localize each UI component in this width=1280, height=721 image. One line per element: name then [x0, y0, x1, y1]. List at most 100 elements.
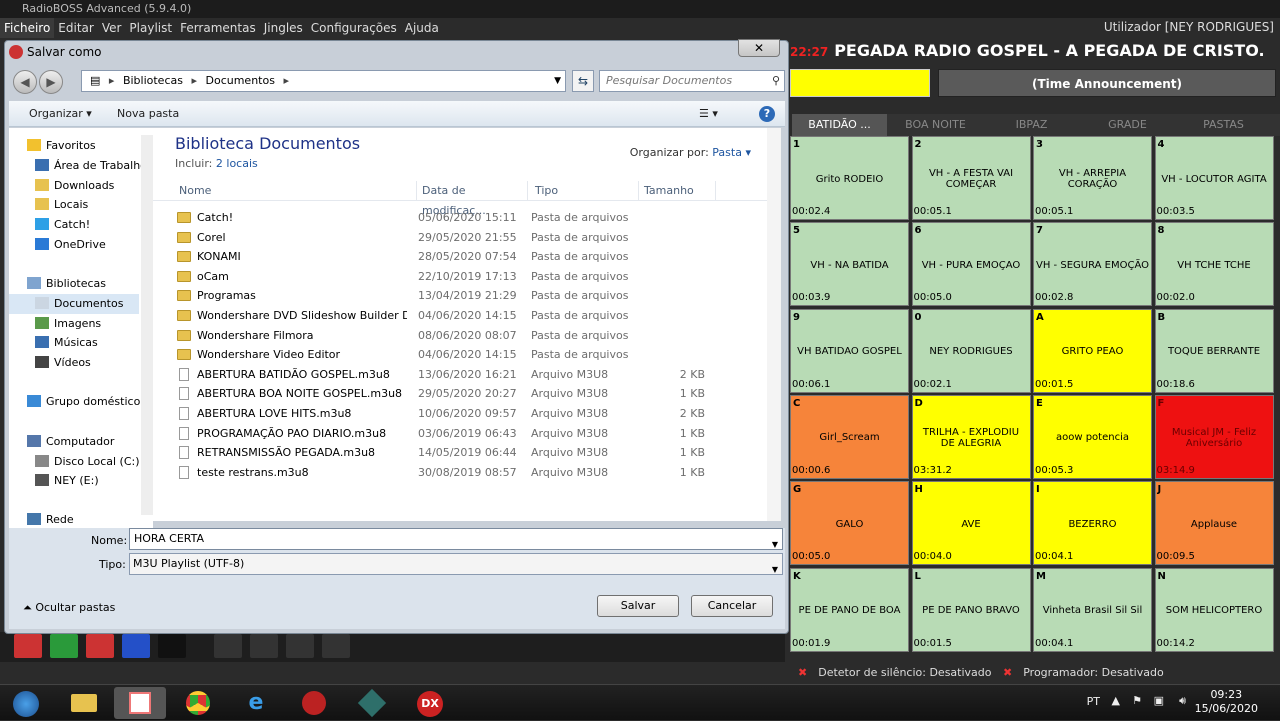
ie-task[interactable]: e: [230, 687, 282, 719]
flag-icon[interactable]: ⚑: [1132, 694, 1142, 707]
jingle-cell[interactable]: N SOM HELICOPTERO 00:14.2: [1154, 567, 1274, 652]
nav-item-homegroup[interactable]: Grupo doméstico: [9, 392, 140, 412]
jingle-cell[interactable]: Eaoow potencia 00:05.3: [1033, 394, 1152, 479]
jingle-cell[interactable]: D TRILHA - EXPLODIU DE ALEGRIA 03:31.2: [911, 394, 1031, 479]
save-button[interactable]: Salvar: [597, 595, 679, 617]
nav-item-music[interactable]: Músicas: [9, 333, 98, 353]
cancel-button[interactable]: Cancelar: [691, 595, 773, 617]
stop-button[interactable]: [158, 634, 186, 658]
chrome-task[interactable]: [172, 687, 224, 719]
address-bar[interactable]: ▤ ▸ Bibliotecas ▸ Documentos ▸ ▼: [81, 70, 566, 92]
nav-item-folder[interactable]: Downloads: [9, 176, 114, 196]
jingle-cell[interactable]: F Musical JM - Feliz Aniversário 03:14.9: [1154, 394, 1274, 479]
menu-1[interactable]: Editar: [54, 18, 98, 38]
repeat-button[interactable]: [322, 634, 350, 658]
search-icon[interactable]: ⚲: [772, 71, 780, 91]
menu-7[interactable]: Ajuda: [401, 18, 443, 38]
menu-3[interactable]: Playlist: [125, 18, 176, 38]
silence-detector-status[interactable]: Detetor de silêncio: Desativado: [818, 666, 991, 679]
nav-scrollbar[interactable]: [141, 135, 153, 515]
search-input[interactable]: Pesquisar Documentos ⚲: [599, 70, 785, 92]
menu-4[interactable]: Ferramentas: [176, 18, 260, 38]
chevron-down-icon[interactable]: ▼: [772, 535, 778, 555]
help-icon[interactable]: ?: [759, 106, 775, 122]
forward-button[interactable]: ▶: [39, 70, 63, 94]
file-row[interactable]: RETRANSMISSÃO PEGADA.m3u8 14/05/2019 06:4…: [153, 443, 781, 462]
arrange-by-dropdown[interactable]: Pasta ▾: [712, 146, 751, 159]
file-row[interactable]: KONAMI 28/05/2020 07:54 Pasta de arquivos: [153, 247, 781, 266]
jingle-cell[interactable]: K PE DE PANO DE BOA 00:01.9: [790, 567, 909, 652]
refresh-button[interactable]: ⇆: [572, 70, 594, 92]
file-row[interactable]: Wondershare Filmora 08/06/2020 08:07 Pasta…: [153, 326, 781, 345]
new-folder-button[interactable]: Nova pasta: [117, 101, 179, 127]
file-row[interactable]: Corel 29/05/2020 21:55 Pasta de arquivos: [153, 228, 781, 247]
nav-item-image[interactable]: Imagens: [9, 314, 101, 334]
loop-button[interactable]: [214, 634, 242, 658]
jingle-cell[interactable]: J Applause 00:09.5: [1154, 481, 1274, 566]
file-row[interactable]: Programas 13/04/2019 21:29 Pasta de arquiv…: [153, 286, 781, 305]
view-options-icon[interactable]: ☰ ▾: [699, 101, 718, 127]
jingle-cell[interactable]: 7 VH - SEGURA EMOÇÃO 00:02.8: [1033, 222, 1152, 307]
file-row[interactable]: ABERTURA BOA NOITE GOSPEL.m3u8 29/05/2020…: [153, 384, 781, 403]
chevron-down-icon[interactable]: ▼: [554, 71, 561, 91]
menu-6[interactable]: Configurações: [307, 18, 401, 38]
file-list-scrollbar[interactable]: [767, 128, 781, 521]
jingle-cell[interactable]: 8 VH TCHE TCHE 00:02.0: [1154, 222, 1274, 307]
file-row[interactable]: Wondershare DVD Slideshow Builder Del...…: [153, 306, 781, 325]
file-row[interactable]: PROGRAMAÇÃO PAO DIARIO.m3u8 03/06/2019 06…: [153, 424, 781, 443]
nav-item-video[interactable]: Vídeos: [9, 353, 91, 373]
nav-item-computer[interactable]: Computador: [9, 432, 114, 452]
file-row[interactable]: ABERTURA LOVE HITS.m3u8 10/06/2020 09:57 A…: [153, 404, 781, 423]
menu-0[interactable]: Ficheiro: [0, 18, 55, 38]
menu-5[interactable]: Jingles: [260, 18, 307, 38]
disable-button[interactable]: [250, 634, 278, 658]
filmora-task[interactable]: [346, 687, 398, 719]
jingle-cell[interactable]: 9 VH BATIDAO GOSPEL 00:06.1: [790, 308, 909, 393]
dx-task[interactable]: DX: [404, 687, 456, 719]
jingle-cell[interactable]: 6 VH - PURA EMOÇAO 00:05.0: [911, 222, 1031, 307]
nav-item-usb-drive[interactable]: NEY (E:): [9, 471, 99, 491]
play-button[interactable]: [50, 634, 78, 658]
ocam-task[interactable]: [288, 687, 340, 719]
nav-item-desktop[interactable]: Área de Trabalho: [9, 156, 147, 176]
nav-item-network[interactable]: Rede: [9, 510, 74, 528]
tab-3[interactable]: GRADE: [1080, 114, 1175, 136]
time-announcement-button[interactable]: (Time Announcement): [938, 69, 1276, 97]
column-header-name[interactable]: Nome: [175, 181, 417, 201]
nav-item-document[interactable]: Documentos: [9, 294, 139, 314]
nav-item-library[interactable]: Bibliotecas: [9, 274, 106, 294]
back-button[interactable]: ◀: [13, 70, 37, 94]
menu-2[interactable]: Ver: [98, 18, 126, 38]
nav-item-folder[interactable]: Locais: [9, 195, 88, 215]
jingle-cell[interactable]: 4 VH - LOCUTOR AGITA 00:03.5: [1154, 136, 1274, 220]
scheduler-status[interactable]: Programador: Desativado: [1023, 666, 1163, 679]
nav-item-drive[interactable]: Disco Local (C:): [9, 452, 140, 472]
file-row[interactable]: teste restrans.m3u8 30/08/2019 08:57 Arqui…: [153, 463, 781, 482]
jingle-cell[interactable]: I BEZERRO 00:04.1: [1033, 481, 1152, 566]
hide-folders-button[interactable]: ⏶ Ocultar pastas: [23, 601, 115, 615]
nav-item-star[interactable]: Favoritos: [9, 136, 96, 156]
tab-4[interactable]: PASTAS: [1176, 114, 1271, 136]
pause-button[interactable]: [122, 634, 150, 658]
tray-expand-icon[interactable]: ▲: [1112, 694, 1120, 707]
jingle-cell[interactable]: M Vinheta Brasil Sil Sil 00:04.1: [1033, 567, 1152, 652]
previous-button[interactable]: [14, 634, 42, 658]
jingle-cell[interactable]: H AVE 00:04.0: [911, 481, 1031, 566]
nav-item-cloud[interactable]: OneDrive: [9, 235, 106, 255]
radioboss-task[interactable]: [114, 687, 166, 719]
filetype-select[interactable]: M3U Playlist (UTF-8) ▼: [129, 553, 783, 575]
file-row[interactable]: Catch! 05/06/2020 15:11 Pasta de arquivos: [153, 208, 781, 227]
jingle-cell[interactable]: C Girl_Scream 00:00.6: [790, 394, 909, 479]
jingle-cell[interactable]: B TOQUE BERRANTE 00:18.6: [1154, 308, 1274, 393]
file-row[interactable]: ABERTURA BATIDÃO GOSPEL.m3u8 13/06/2020 1…: [153, 365, 781, 384]
volume-icon[interactable]: 🔊︎: [1179, 694, 1186, 708]
file-row[interactable]: oCam 22/10/2019 17:13 Pasta de arquivos: [153, 267, 781, 286]
clock[interactable]: 09:23 15/06/2020: [1195, 688, 1258, 716]
shuffle-button[interactable]: [286, 634, 314, 658]
column-header-type[interactable]: Tipo: [531, 181, 639, 201]
jingle-cell[interactable]: 1 Grito RODEIO 00:02.4: [790, 136, 909, 220]
breadcrumb-documents[interactable]: Documentos: [206, 74, 275, 87]
next-button[interactable]: [86, 634, 114, 658]
tab-2[interactable]: IBPAZ: [984, 114, 1079, 136]
filename-input[interactable]: HORA CERTA ▼: [129, 528, 783, 550]
